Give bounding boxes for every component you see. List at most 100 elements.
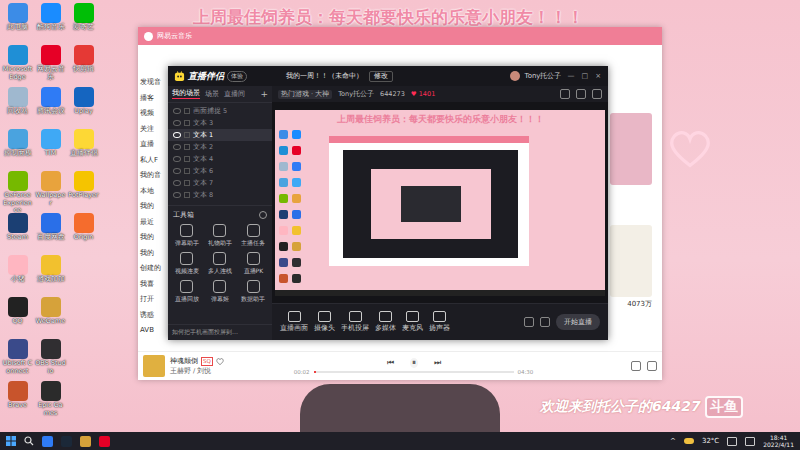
desktop-icon[interactable]: Microsoft Edge (2, 45, 33, 87)
network-icon[interactable] (727, 437, 737, 446)
pinned-app-icon[interactable] (61, 436, 72, 447)
lock-icon[interactable] (184, 192, 190, 198)
desktop-icon[interactable]: 游戏加加 (35, 255, 66, 297)
tool-button[interactable]: 多人连线 (203, 252, 236, 276)
lock-icon[interactable] (184, 144, 190, 150)
desktop-icon[interactable]: 百度网盘 (35, 213, 66, 255)
lock-icon[interactable] (184, 156, 190, 162)
tab[interactable]: 场景 (205, 90, 219, 99)
window-button[interactable]: □ (581, 72, 590, 80)
tab[interactable]: 直播间 (224, 90, 245, 99)
desktop-icon[interactable]: 快剪辑 (68, 45, 99, 87)
desktop-icon[interactable]: 此电脑 (2, 3, 33, 45)
start-live-button[interactable]: 开始直播 (556, 314, 600, 330)
desktop-icon[interactable]: Ubisoft Connect (2, 339, 33, 381)
sidebar-item[interactable]: 我喜 (140, 277, 168, 293)
desktop-icon[interactable]: PotPlayer (68, 171, 99, 213)
scene-item[interactable]: 画面捕捉 5 (168, 105, 272, 117)
eye-icon[interactable] (173, 144, 181, 150)
tool-button[interactable]: 视频连麦 (170, 252, 203, 276)
sidebar-item[interactable]: 播客 (140, 91, 168, 107)
record-icon[interactable] (524, 317, 534, 327)
desktop-icon[interactable]: 酷狗音乐 (35, 3, 66, 45)
tray-arrow[interactable]: ^ (670, 437, 676, 445)
player-button[interactable]: ⏭ (434, 358, 441, 368)
sidebar-item[interactable]: 创建的 (140, 261, 168, 277)
eye-icon[interactable] (173, 168, 181, 174)
eye-icon[interactable] (173, 180, 181, 186)
sidebar-item[interactable]: 视频 (140, 106, 168, 122)
desktop-icon[interactable]: QQ (2, 297, 33, 339)
desktop-icon[interactable]: 直播伴侣 (68, 129, 99, 171)
player-button[interactable]: ⏮ (387, 358, 394, 368)
desktop-icon[interactable]: 网易云音乐 (35, 45, 66, 87)
player-button[interactable]: ⏸ (410, 358, 418, 368)
eye-icon[interactable] (173, 156, 181, 162)
desktop-icon[interactable]: 腾讯会议 (35, 87, 66, 129)
scene-item[interactable]: 文本 4 (168, 153, 272, 165)
desktop-icon[interactable]: GeForce Experience (2, 171, 33, 213)
sidebar-item[interactable]: 发现音 (140, 75, 168, 91)
desktop-icon[interactable]: Wallpaper (35, 171, 66, 213)
sidebar-item[interactable]: 我的 (140, 246, 168, 262)
avatar-icon[interactable] (510, 71, 520, 81)
desktop-icon[interactable]: Steam (2, 213, 33, 255)
playlist-icon[interactable] (631, 361, 641, 371)
fullscreen-icon[interactable] (592, 89, 602, 99)
eye-icon[interactable] (173, 132, 181, 138)
desktop-icon[interactable]: 控制面板 (2, 129, 33, 171)
clock[interactable]: 18:412022/4/11 (763, 434, 794, 448)
pinned-app-icon[interactable] (80, 436, 91, 447)
scene-item[interactable]: 文本 7 (168, 177, 272, 189)
sidebar-item[interactable]: 本地 (140, 184, 168, 200)
playlist-card[interactable] (610, 113, 652, 185)
sidebar-item[interactable]: 私人F (140, 153, 168, 169)
scene-item[interactable]: 文本 3 (168, 117, 272, 129)
desktop-icon[interactable]: OBS Studio (35, 339, 66, 381)
toolbar-button[interactable]: 麦克风 (402, 311, 423, 333)
tab[interactable]: 我的场景 (172, 89, 200, 99)
pinned-app-icon[interactable] (99, 436, 110, 447)
sidebar-item[interactable]: 最近 (140, 215, 168, 231)
lock-icon[interactable] (184, 168, 190, 174)
desktop-icon[interactable]: WeGame (35, 297, 66, 339)
sidebar-item[interactable]: 我的音 (140, 168, 168, 184)
search-icon[interactable] (24, 436, 34, 446)
stream-preview[interactable]: 上周最佳饲养员：每天都要快乐的乐意小朋友！！！ (275, 110, 605, 296)
category-chip[interactable]: 热门游戏 · 大神 (278, 90, 332, 99)
layout-icon[interactable] (560, 89, 570, 99)
sidebar-item[interactable]: 直播 (140, 137, 168, 153)
progress-track[interactable] (314, 371, 514, 373)
gear-icon[interactable] (259, 211, 267, 219)
volume-icon[interactable] (647, 361, 657, 371)
desktop-icon[interactable]: Origin (68, 213, 99, 255)
toolbar-button[interactable]: 扬声器 (429, 311, 450, 333)
temperature[interactable]: 32°C (702, 437, 719, 445)
window-button[interactable]: × (594, 72, 602, 80)
edit-button[interactable]: 修改 (369, 71, 393, 82)
tool-button[interactable]: 数据助手 (237, 280, 270, 304)
sidebar-item[interactable]: 打开 (140, 292, 168, 308)
eye-icon[interactable] (173, 192, 181, 198)
album-art[interactable] (143, 355, 165, 377)
tool-button[interactable]: 主播任务 (237, 224, 270, 248)
desktop-icon[interactable]: Uplay (68, 87, 99, 129)
sidebar-item[interactable]: 我的 (140, 199, 168, 215)
desktop-icon[interactable]: Brave (2, 381, 33, 423)
window-button[interactable]: — (567, 72, 576, 80)
lock-icon[interactable] (184, 120, 190, 126)
desktop-icon[interactable]: 爱奇艺 (68, 3, 99, 45)
eye-icon[interactable] (173, 120, 181, 126)
desktop-icon[interactable]: 小猪 (2, 255, 33, 297)
scene-item[interactable]: 文本 1 (168, 129, 272, 141)
tool-button[interactable]: 直播回放 (170, 280, 203, 304)
tool-button[interactable]: 弹幕助手 (170, 224, 203, 248)
like-icon[interactable] (216, 358, 224, 365)
toolbar-button[interactable]: 手机投屏 (341, 311, 369, 333)
tool-button[interactable]: 弹幕姬 (203, 280, 236, 304)
help-hint[interactable]: 如何把手机画面投屏到… (168, 324, 272, 340)
volume-icon[interactable] (745, 437, 755, 446)
sidebar-item[interactable]: AVB (140, 323, 168, 339)
tool-button[interactable]: 直播PK (237, 252, 270, 276)
lock-icon[interactable] (184, 108, 190, 114)
